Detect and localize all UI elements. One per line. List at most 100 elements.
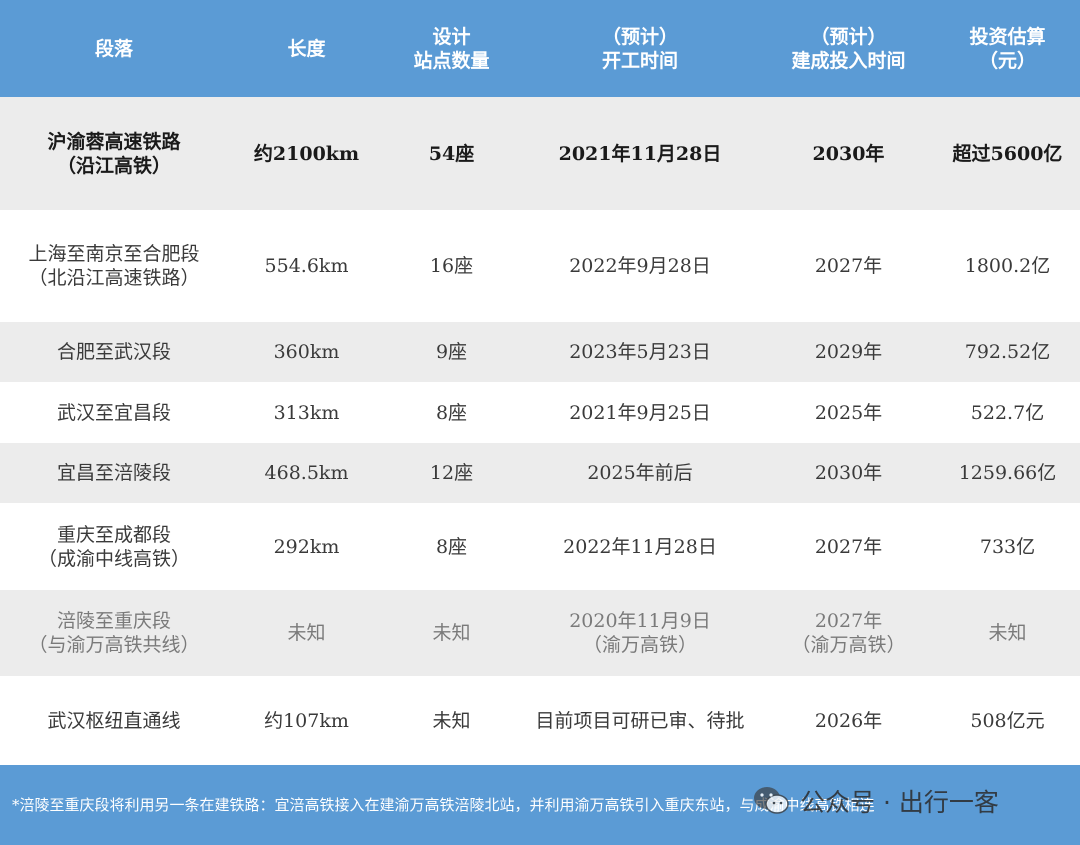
watermark-text: 公众号 · 出行一客	[800, 788, 999, 817]
length-cell: 未知	[228, 590, 385, 676]
cell-line: 1259.66亿	[958, 462, 1057, 484]
footnote: *涪陵至重庆段将利用另一条在建铁路：宜涪高铁接入在建渝万高铁涪陵北站，并利用渝万…	[12, 796, 875, 814]
investment-cell: 1800.2亿	[935, 210, 1080, 322]
table-row: 武汉至宜昌段 313km 8座 2021年9月25日 2025年 522.7亿	[0, 382, 1080, 443]
cell-line: 约107km	[264, 709, 349, 732]
start-date-cell: 2022年9月28日	[518, 210, 762, 322]
station-count-cell: 9座	[385, 322, 518, 382]
cell-line: 54座	[428, 142, 475, 165]
cell-line: 16座	[429, 255, 474, 277]
length-cell: 554.6km	[228, 210, 385, 322]
investment-cell: 733亿	[935, 503, 1080, 590]
cell-line: 投资估算	[969, 25, 1046, 48]
length-cell: 313km	[228, 382, 385, 443]
table-footer: *涪陵至重庆段将利用另一条在建铁路：宜涪高铁接入在建渝万高铁涪陵北站，并利用渝万…	[0, 765, 1080, 845]
cell-line: 8座	[435, 535, 468, 558]
station-count-cell: 8座	[385, 382, 518, 443]
start-date-cell: 2021年9月25日	[518, 382, 762, 443]
investment-cell: 522.7亿	[935, 382, 1080, 443]
cell-line: 792.52亿	[964, 341, 1051, 363]
cell-line: 522.7亿	[970, 401, 1045, 424]
length-cell: 360km	[228, 322, 385, 382]
cell-line: 2030年	[812, 142, 885, 165]
table-row: 上海至南京至合肥段 （北沿江高速铁路） 554.6km 16座 2022年9月28日 20…	[0, 210, 1080, 322]
cell-line: （成渝中线高铁）	[37, 547, 190, 570]
length-cell: 292km	[228, 503, 385, 590]
cell-line: 2020年11月9日	[569, 610, 711, 632]
completion-date-cell: 2027年	[762, 210, 935, 322]
column-header-start-date: （预计） 开工时间	[518, 0, 762, 97]
cell-line: 武汉至宜昌段	[56, 401, 171, 424]
segment-cell: 重庆至成都段 （成渝中线高铁）	[0, 503, 228, 590]
segment-cell: 上海至南京至合肥段 （北沿江高速铁路）	[0, 210, 228, 322]
cell-line: 宜昌至涪陵段	[56, 462, 171, 484]
cell-line: 2023年5月23日	[569, 341, 711, 363]
cell-line: 未知	[432, 709, 471, 732]
cell-line: 360km	[273, 341, 340, 363]
completion-date-cell: 2026年	[762, 676, 935, 765]
segment-cell: 涪陵至重庆段 （与渝万高铁共线）	[0, 590, 228, 676]
table-header-row: 段落 长度 设计 站点数量 （预计） 开工时间 （预计） 建成投入时间 投资估算 （元）	[0, 0, 1080, 97]
start-date-cell: 2022年11月28日	[518, 503, 762, 590]
investment-cell: 超过5600亿	[935, 97, 1080, 210]
cell-line: （预计）	[601, 25, 678, 48]
table-row: 宜昌至涪陵段 468.5km 12座 2025年前后 2030年 1259.66亿	[0, 443, 1080, 503]
cell-line: 未知	[988, 622, 1027, 644]
cell-line: 沪渝蓉高速铁路	[47, 130, 181, 153]
station-count-cell: 未知	[385, 676, 518, 765]
investment-cell: 1259.66亿	[935, 443, 1080, 503]
segment-cell: 沪渝蓉高速铁路 （沿江高铁）	[0, 97, 228, 210]
cell-line: 站点数量	[413, 49, 490, 72]
cell-line: 上海至南京至合肥段	[28, 243, 200, 265]
cell-line: （与渝万高铁共线）	[28, 634, 200, 656]
cell-line: 未知	[287, 622, 326, 644]
cell-line: 合肥至武汉段	[56, 341, 171, 363]
cell-line: 超过5600亿	[952, 142, 1063, 165]
cell-line: 313km	[273, 401, 340, 424]
station-count-cell: 16座	[385, 210, 518, 322]
segment-cell: 宜昌至涪陵段	[0, 443, 228, 503]
cell-line: 未知	[432, 622, 471, 644]
cell-line: 长度	[287, 37, 326, 60]
cell-line: 508亿元	[970, 709, 1045, 732]
cell-line: 2030年	[814, 462, 883, 484]
cell-line: 12座	[429, 462, 474, 484]
column-header-investment: 投资估算 （元）	[935, 0, 1080, 97]
cell-line: 1800.2亿	[964, 255, 1051, 277]
cell-line: 2027年	[814, 610, 883, 632]
wechat-icon	[754, 787, 789, 814]
cell-line: 涪陵至重庆段	[56, 610, 171, 632]
cell-line: 468.5km	[264, 462, 349, 484]
cell-line: 段落	[94, 37, 133, 60]
investment-cell: 508亿元	[935, 676, 1080, 765]
cell-line: 2029年	[814, 341, 883, 363]
cell-line: 2026年	[814, 709, 883, 732]
investment-cell: 792.52亿	[935, 322, 1080, 382]
cell-line: 约2100km	[253, 142, 360, 165]
cell-line: 8座	[435, 401, 468, 424]
station-count-cell: 未知	[385, 590, 518, 676]
cell-line: 292km	[273, 535, 340, 558]
cell-line: 554.6km	[264, 255, 349, 277]
table-row: 合肥至武汉段 360km 9座 2023年5月23日 2029年 792.52亿	[0, 322, 1080, 382]
cell-line: 2025年前后	[587, 462, 693, 484]
column-header-completion-date: （预计） 建成投入时间	[762, 0, 935, 97]
column-header-segment: 段落	[0, 0, 228, 97]
table-image: 段落 长度 设计 站点数量 （预计） 开工时间 （预计） 建成投入时间 投资估算 （元） 沪渝蓉高速…	[0, 0, 1080, 845]
completion-date-cell: 2025年	[762, 382, 935, 443]
station-count-cell: 8座	[385, 503, 518, 590]
completion-date-cell: 2030年	[762, 97, 935, 210]
completion-date-cell: 2029年	[762, 322, 935, 382]
watermark: 公众号 · 出行一客	[752, 781, 999, 821]
cell-line: （预计）	[810, 25, 887, 48]
cell-line: 2022年11月28日	[563, 535, 717, 558]
station-count-cell: 12座	[385, 443, 518, 503]
start-date-cell: 2021年11月28日	[518, 97, 762, 210]
cell-line: 目前项目可研已审、待批	[535, 709, 745, 732]
table-row: 涪陵至重庆段 （与渝万高铁共线） 未知 未知 2020年11月9日 （渝万高铁） 2027年…	[0, 590, 1080, 676]
completion-date-cell: 2030年	[762, 443, 935, 503]
cell-line: 2027年	[814, 535, 883, 558]
segment-cell: 武汉枢纽直通线	[0, 676, 228, 765]
cell-line: 设计	[432, 25, 471, 48]
start-date-cell: 目前项目可研已审、待批	[518, 676, 762, 765]
